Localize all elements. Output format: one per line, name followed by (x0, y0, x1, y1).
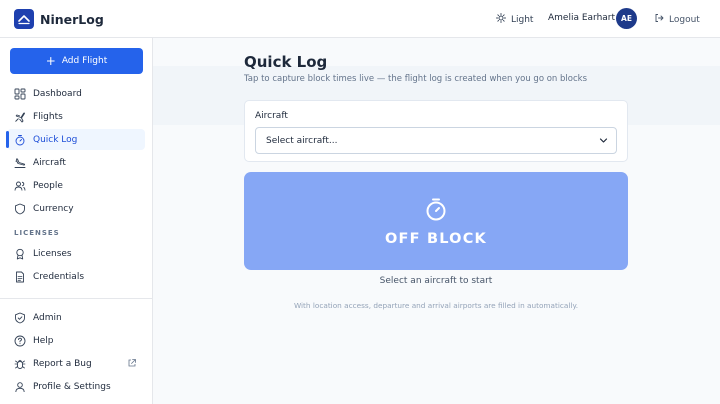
sidebar-item-label: Flights (33, 111, 63, 122)
licenses-section-label: LICENSES (14, 229, 60, 237)
sidebar-item-licenses[interactable]: Licenses (7, 243, 145, 264)
dashboard-icon (14, 88, 26, 100)
add-flight-button[interactable]: + Add Flight (10, 48, 143, 74)
sidebar-item-label: Aircraft (33, 157, 66, 168)
chevron-down-icon (599, 136, 608, 148)
top-bar: NinerLog Light Amelia Earhart AE Logout (0, 0, 720, 38)
plus-icon: + (45, 54, 56, 68)
sidebar-item-flights[interactable]: Flights (7, 106, 145, 127)
plane-landing-icon (14, 157, 26, 169)
page-subtitle: Tap to capture block times live — the fl… (244, 74, 588, 84)
sidebar: + Add Flight Dashboard Flights Quick Log… (0, 38, 153, 404)
sidebar-item-label: Report a Bug (33, 358, 92, 369)
page-title: Quick Log (244, 53, 328, 71)
avatar[interactable]: AE (616, 8, 637, 29)
sidebar-item-label: Admin (33, 312, 62, 323)
aircraft-card: Aircraft Select aircraft... (244, 100, 628, 162)
sidebar-item-admin[interactable]: Admin (7, 307, 145, 328)
sidebar-item-credentials[interactable]: Credentials (7, 266, 145, 287)
sidebar-item-profile-settings[interactable]: Profile & Settings (7, 376, 145, 397)
theme-label: Light (511, 14, 534, 25)
stopwatch-icon (14, 134, 26, 146)
location-footnote: With location access, departure and arri… (293, 301, 579, 310)
aircraft-select-value: Select aircraft... (266, 135, 338, 146)
sidebar-item-label: People (33, 180, 63, 191)
stopwatch-icon (425, 197, 447, 225)
sidebar-item-currency[interactable]: Currency (7, 198, 145, 219)
external-link-icon (127, 358, 137, 371)
sidebar-item-label: Dashboard (33, 88, 82, 99)
sidebar-item-people[interactable]: People (7, 175, 145, 196)
start-hint: Select an aircraft to start (379, 276, 493, 286)
sidebar-item-label: Currency (33, 203, 74, 214)
document-icon (14, 271, 26, 283)
sidebar-item-quick-log[interactable]: Quick Log (6, 129, 145, 150)
sidebar-item-aircraft[interactable]: Aircraft (7, 152, 145, 173)
shield-check-icon (14, 312, 26, 324)
sidebar-item-label: Credentials (33, 271, 85, 282)
sidebar-item-label: Quick Log (33, 134, 78, 145)
sun-icon (496, 13, 506, 26)
add-flight-label: Add Flight (61, 56, 108, 66)
sidebar-item-label: Profile & Settings (33, 381, 111, 392)
help-icon (14, 335, 26, 347)
logo-icon (14, 9, 34, 29)
sidebar-item-report-bug[interactable]: Report a Bug (7, 353, 145, 374)
off-block-label: OFF BLOCK (385, 231, 487, 247)
shield-icon (14, 203, 26, 215)
aircraft-label: Aircraft (255, 111, 288, 121)
sidebar-item-label: Help (33, 335, 54, 346)
sidebar-divider (0, 298, 153, 299)
logout-icon (654, 13, 664, 26)
off-block-button[interactable]: OFF BLOCK (244, 172, 628, 270)
sidebar-item-label: Licenses (33, 248, 72, 259)
people-icon (14, 180, 26, 192)
user-icon (14, 381, 26, 393)
aircraft-select[interactable]: Select aircraft... (255, 127, 617, 154)
logout-button[interactable]: Logout (654, 13, 700, 26)
sidebar-item-dashboard[interactable]: Dashboard (7, 83, 145, 104)
logout-label: Logout (669, 14, 700, 25)
theme-toggle[interactable]: Light (496, 13, 533, 26)
award-icon (14, 248, 26, 260)
bug-icon (14, 358, 26, 370)
user-name: Amelia Earhart (548, 13, 616, 23)
sidebar-item-help[interactable]: Help (7, 330, 145, 351)
plane-icon (14, 111, 26, 123)
brand-name: NinerLog (40, 11, 104, 27)
brand[interactable]: NinerLog (14, 9, 104, 29)
